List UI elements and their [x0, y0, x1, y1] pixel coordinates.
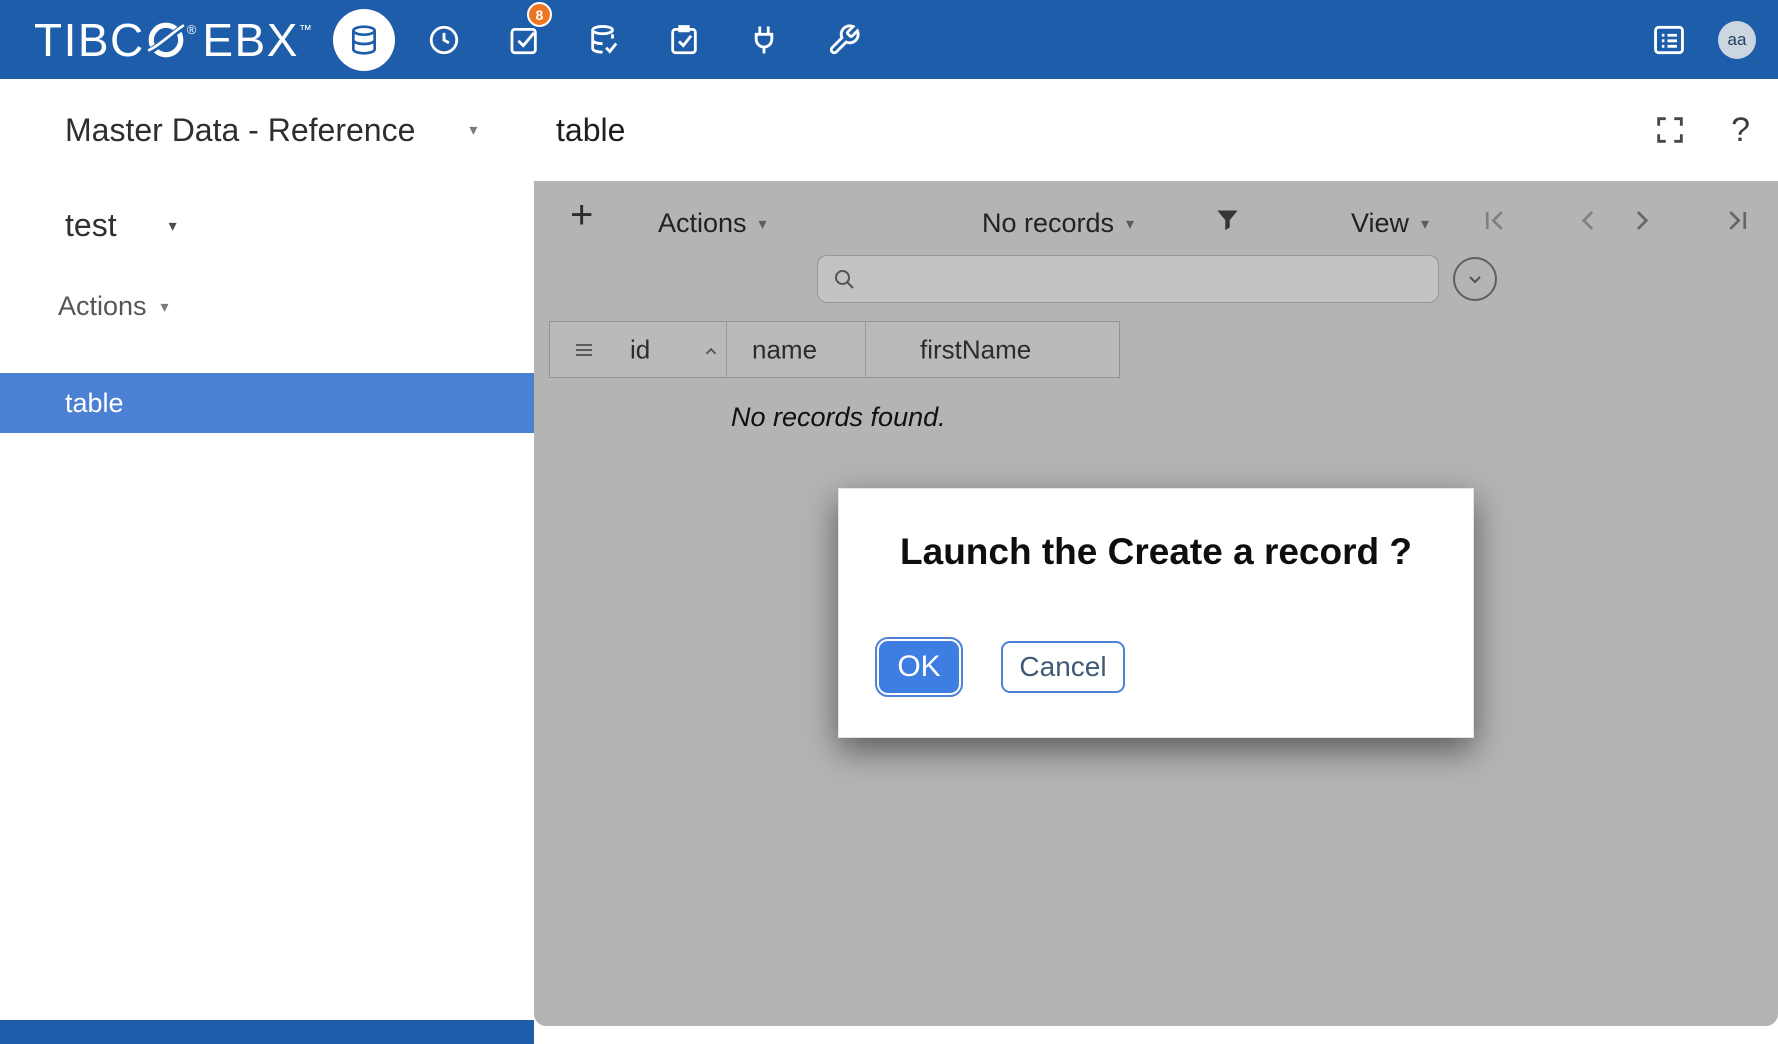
sidebar: test ▾ Actions ▾ table: [0, 181, 534, 1044]
fullscreen-icon: [1653, 113, 1687, 147]
nav-history-button[interactable]: [404, 0, 484, 79]
chevron-down-icon: ▾: [169, 216, 177, 236]
sidebar-actions-label: Actions: [58, 291, 147, 322]
nav-data-model-button[interactable]: [564, 0, 644, 79]
create-record-dialog: Launch the Create a record ? OK Cancel: [838, 488, 1474, 738]
logo-ebx-text: EBX: [202, 13, 299, 67]
cancel-button[interactable]: Cancel: [1001, 641, 1125, 693]
header-actions: ?: [1653, 79, 1750, 181]
topbar-right: aa: [1650, 21, 1778, 59]
tibco-ebx-logo: TIBC ® EBX™: [34, 13, 312, 67]
sidebar-footer: [0, 1020, 534, 1044]
page-title: table: [556, 79, 625, 181]
trademark-mark: ™: [299, 22, 312, 37]
sidebar-item-table[interactable]: table: [0, 373, 534, 433]
nav-validation-button[interactable]: [644, 0, 724, 79]
dialog-title: Launch the Create a record ?: [839, 531, 1473, 573]
database-check-icon: [587, 23, 621, 57]
panel-list-icon: [1650, 21, 1688, 59]
nav-administration-button[interactable]: [804, 0, 884, 79]
database-icon: [333, 9, 395, 71]
page-header: Master Data - Reference ▾ table ?: [0, 79, 1778, 181]
chevron-down-icon: ▾: [469, 120, 477, 140]
sidebar-dataset-dropdown[interactable]: test ▾: [65, 207, 177, 244]
help-button[interactable]: ?: [1731, 111, 1750, 150]
sidebar-actions-dropdown[interactable]: Actions ▾: [58, 291, 169, 322]
checkbox-check-icon: [507, 23, 541, 57]
logo-tibc-text: TIBC: [34, 13, 145, 67]
registered-mark: ®: [187, 22, 197, 37]
dataset-selector[interactable]: Master Data - Reference ▾: [65, 79, 477, 181]
dialog-buttons: OK Cancel: [879, 641, 1125, 693]
clipboard-check-icon: [667, 23, 701, 57]
app-root: TIBC ® EBX™ 8: [0, 0, 1778, 1044]
panel-list-button[interactable]: [1650, 21, 1688, 59]
tasks-badge: 8: [527, 2, 552, 27]
plug-icon: [747, 23, 781, 57]
fullscreen-button[interactable]: [1653, 113, 1687, 147]
chevron-down-icon: ▾: [161, 297, 169, 317]
clock-icon: [427, 23, 461, 57]
nav-tasks-button[interactable]: 8: [484, 0, 564, 79]
sidebar-item-label: table: [65, 388, 124, 419]
topbar: TIBC ® EBX™ 8: [0, 0, 1778, 79]
dataset-selector-label: Master Data - Reference: [65, 112, 415, 149]
top-nav-icons: 8: [324, 0, 884, 79]
tibco-logo-o-icon: [146, 20, 186, 60]
sidebar-dataset-label: test: [65, 207, 117, 244]
wrench-icon: [827, 23, 861, 57]
nav-integration-button[interactable]: [724, 0, 804, 79]
content-panel: + Actions ▾ No records ▾ View ▾: [534, 181, 1778, 1026]
avatar[interactable]: aa: [1718, 21, 1756, 59]
ok-button[interactable]: OK: [879, 641, 959, 693]
nav-data-button[interactable]: [324, 0, 404, 79]
